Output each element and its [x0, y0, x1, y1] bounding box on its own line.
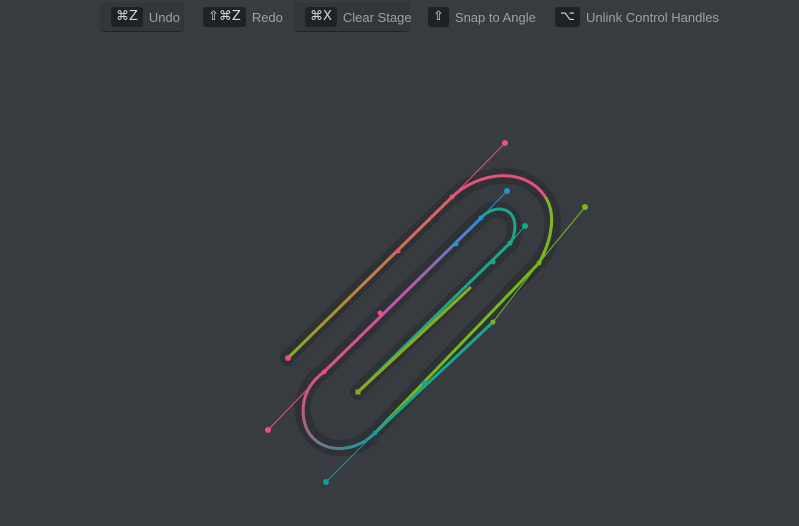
- anchor-inner-top[interactable]: [478, 215, 484, 221]
- anchor-inner-pink[interactable]: [377, 310, 383, 316]
- handle-teal[interactable]: [522, 223, 528, 229]
- bezier-canvas[interactable]: [0, 0, 799, 526]
- anchor-start[interactable]: [285, 355, 291, 361]
- handle-blue[interactable]: [504, 188, 510, 194]
- anchor-top-left[interactable]: [449, 194, 455, 200]
- handle-bottom-pink[interactable]: [265, 427, 271, 433]
- anchor-end[interactable]: [355, 389, 361, 395]
- anchor-inner-turn[interactable]: [507, 240, 513, 246]
- anchor-outer-right-mid[interactable]: [421, 380, 427, 386]
- handle-lime-top[interactable]: [582, 204, 588, 210]
- anchor-mid-outer[interactable]: [395, 248, 401, 254]
- anchor-bottom[interactable]: [372, 430, 378, 436]
- handle-lime-bottom[interactable]: [490, 319, 496, 325]
- anchor-inner-right-mid[interactable]: [490, 259, 496, 265]
- segment-outer-right-teal: [373, 320, 495, 435]
- anchor-right[interactable]: [536, 260, 542, 266]
- anchor-inner-blue[interactable]: [453, 241, 459, 247]
- anchor-inner-start[interactable]: [321, 369, 327, 375]
- drawing-stage[interactable]: ⌘Z Undo ⇧⌘Z Redo ⌘X Clear Stage ⇧ Snap t…: [0, 0, 799, 526]
- handle-top-pink[interactable]: [502, 140, 508, 146]
- handle-cyan[interactable]: [323, 479, 329, 485]
